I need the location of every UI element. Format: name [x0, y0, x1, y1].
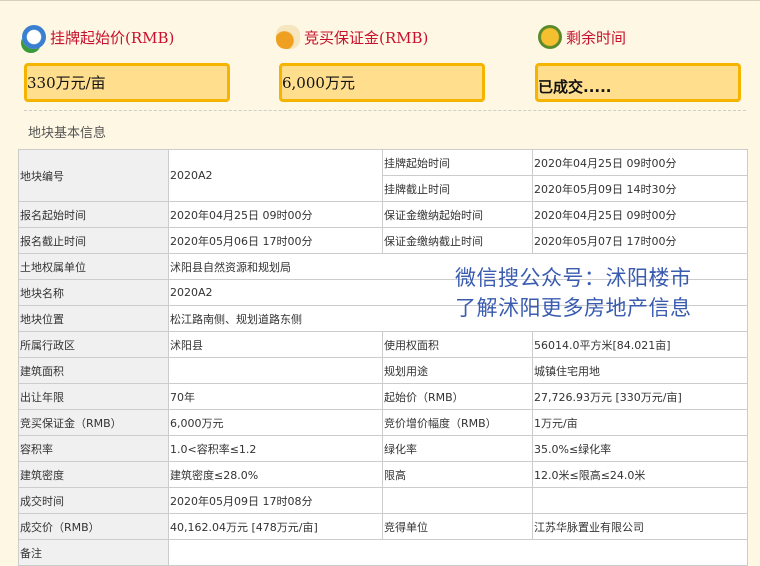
value-cell: 2020年04月25日 09时00分 — [532, 201, 748, 228]
section-title: 地块基本信息 — [28, 126, 107, 141]
value-cell: 56014.0平方米[84.021亩] — [532, 331, 748, 358]
start-price-header: 挂牌起始价(RMB) — [22, 23, 174, 51]
label-cell: 所属行政区 — [18, 331, 169, 358]
label-cell: 挂牌起始时间 — [382, 149, 533, 176]
clock-money-icon — [22, 25, 46, 49]
table-row: 成交时间 2020年05月09日 17时08分 — [18, 487, 748, 514]
label-cell: 保证金缴纳起始时间 — [382, 201, 533, 228]
value-cell — [532, 487, 748, 514]
label-cell: 起始价（RMB） — [382, 383, 533, 410]
label-cell: 出让年限 — [18, 383, 169, 410]
value-cell: 2020年05月06日 17时00分 — [168, 227, 383, 254]
value-cell: 2020A2 — [168, 149, 383, 202]
remaining-time-header: 剩余时间 — [538, 23, 626, 51]
remaining-time-value: 已成交..... — [535, 63, 741, 102]
table-row: 竞买保证金（RMB） 6,000万元 竞价增价幅度（RMB） 1万元/亩 — [18, 409, 748, 436]
label-cell: 土地权属单位 — [18, 253, 169, 280]
table-row: 成交价（RMB） 40,162.04万元 [478万元/亩] 竞得单位 江苏华脉置业有… — [18, 513, 748, 540]
label-cell: 建筑密度 — [18, 461, 169, 488]
land-info-table: 地块编号 2020A2 挂牌起始时间 2020年04月25日 09时00分 挂牌… — [18, 149, 748, 566]
table-row: 所属行政区 沭阳县 使用权面积 56014.0平方米[84.021亩] — [18, 331, 748, 358]
value-cell: 城镇住宅用地 — [532, 357, 748, 384]
label-cell — [382, 487, 533, 514]
value-cell: 2020年04月25日 09时00分 — [168, 201, 383, 228]
label-cell: 竞价增价幅度（RMB） — [382, 409, 533, 436]
value-cell: 2020年05月07日 17时00分 — [532, 227, 748, 254]
value-cell: 建筑密度≤28.0% — [168, 461, 383, 488]
watermark-line: 微信搜公众号：沭阳楼市 — [455, 266, 692, 290]
label-cell: 竞得单位 — [382, 513, 533, 540]
value-cell: 27,726.93万元 [330万元/亩] — [532, 383, 748, 410]
table-row: 建筑密度 建筑密度≤28.0% 限高 12.0米≤限高≤24.0米 — [18, 461, 748, 488]
divider — [24, 110, 746, 111]
value-cell: 6,000万元 — [168, 409, 383, 436]
label-cell: 容积率 — [18, 435, 169, 462]
watermark-line: 了解沭阳更多房地产信息 — [455, 296, 692, 320]
label-cell: 挂牌截止时间 — [382, 175, 533, 202]
table-row: 报名截止时间 2020年05月06日 17时00分 保证金缴纳截止时间 2020年05… — [18, 227, 748, 254]
deposit-value: 6,000万元 — [279, 63, 485, 102]
label-cell: 地块位置 — [18, 305, 169, 332]
label-cell: 绿化率 — [382, 435, 533, 462]
table-row: 容积率 1.0<容积率≤1.2 绿化率 35.0%≤绿化率 — [18, 435, 748, 462]
watermark: 微信搜公众号：沭阳楼市 了解沭阳更多房地产信息 — [455, 263, 692, 323]
table-row: 建筑面积 规划用途 城镇住宅用地 — [18, 357, 748, 384]
label-cell: 地块名称 — [18, 279, 169, 306]
value-cell: 江苏华脉置业有限公司 — [532, 513, 748, 540]
value-cell: 2020年04月25日 09时00分 — [532, 149, 748, 176]
value-cell: 1.0<容积率≤1.2 — [168, 435, 383, 462]
label-cell: 保证金缴纳截止时间 — [382, 227, 533, 254]
label-cell: 成交时间 — [18, 487, 169, 514]
value-cell: 2020年05月09日 14时30分 — [532, 175, 748, 202]
value-cell: 2020年05月09日 17时08分 — [168, 487, 383, 514]
label-cell: 规划用途 — [382, 357, 533, 384]
value-cell: 35.0%≤绿化率 — [532, 435, 748, 462]
label-cell: 报名起始时间 — [18, 201, 169, 228]
value-cell: 40,162.04万元 [478万元/亩] — [168, 513, 383, 540]
alarm-clock-icon — [538, 25, 562, 49]
start-price-value: 330万元/亩 — [24, 63, 230, 102]
table-row: 出让年限 70年 起始价（RMB） 27,726.93万元 [330万元/亩] — [18, 383, 748, 410]
label-cell: 成交价（RMB） — [18, 513, 169, 540]
table-row: 报名起始时间 2020年04月25日 09时00分 保证金缴纳起始时间 2020年04… — [18, 201, 748, 228]
value-cell: 1万元/亩 — [532, 409, 748, 436]
value-cell — [168, 539, 748, 566]
table-row: 地块编号 2020A2 挂牌起始时间 2020年04月25日 09时00分 — [18, 149, 748, 202]
label-cell: 备注 — [18, 539, 169, 566]
label-cell: 竞买保证金（RMB） — [18, 409, 169, 436]
label-cell: 限高 — [382, 461, 533, 488]
label-cell: 地块编号 — [18, 149, 169, 202]
label-cell: 报名截止时间 — [18, 227, 169, 254]
value-cell — [168, 357, 383, 384]
deposit-header: 竞买保证金(RMB) — [276, 23, 428, 51]
value-cell: 70年 — [168, 383, 383, 410]
money-bag-icon — [276, 25, 300, 49]
value-cell: 12.0米≤限高≤24.0米 — [532, 461, 748, 488]
label-cell: 使用权面积 — [382, 331, 533, 358]
table-row: 备注 — [18, 539, 748, 566]
label-cell: 建筑面积 — [18, 357, 169, 384]
value-cell: 沭阳县 — [168, 331, 383, 358]
